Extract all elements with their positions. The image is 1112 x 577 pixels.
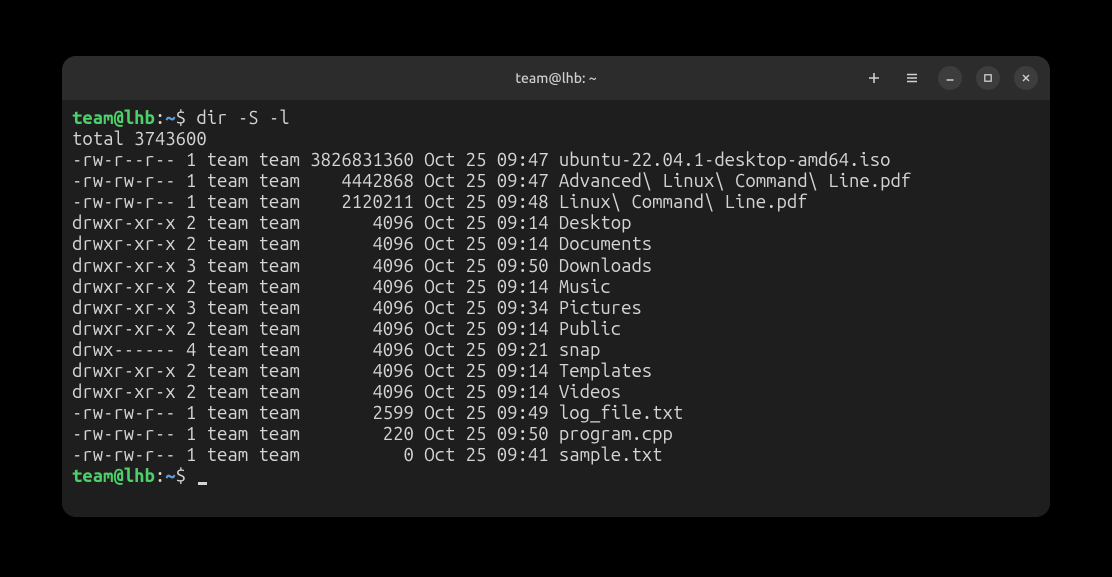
command-text: dir -S -l: [186, 108, 290, 128]
hamburger-icon: [905, 71, 919, 85]
file-entry: drwxr-xr-x 2 team team 4096 Oct 25 09:14…: [72, 361, 1040, 382]
file-entry: -rw-rw-r-- 1 team team 4442868 Oct 25 09…: [72, 171, 1040, 192]
file-entry: drwxr-xr-x 2 team team 4096 Oct 25 09:14…: [72, 277, 1040, 298]
file-entry: -rw-rw-r-- 1 team team 2120211 Oct 25 09…: [72, 192, 1040, 213]
file-listing: -rw-r--r-- 1 team team 3826831360 Oct 25…: [72, 150, 1040, 466]
prompt-line-2: team@lhb:~$: [72, 466, 1040, 487]
maximize-button[interactable]: [976, 66, 1000, 90]
prompt-path: ~: [165, 108, 175, 128]
prompt-colon: :: [155, 108, 165, 128]
prompt-user-host: team@lhb: [72, 108, 155, 128]
new-tab-button[interactable]: [862, 66, 886, 90]
file-entry: drwxr-xr-x 2 team team 4096 Oct 25 09:14…: [72, 213, 1040, 234]
plus-icon: [867, 71, 881, 85]
cursor: [198, 482, 207, 485]
prompt-colon: :: [155, 466, 165, 486]
minimize-button[interactable]: [938, 66, 962, 90]
terminal-window: team@lhb: ~ team@lhb:~$ dir -S -l total …: [62, 56, 1050, 517]
close-icon: [1021, 73, 1031, 83]
titlebar-controls: [862, 66, 1038, 90]
file-entry: drwxr-xr-x 2 team team 4096 Oct 25 09:14…: [72, 234, 1040, 255]
window-title: team@lhb: ~: [515, 70, 596, 86]
file-entry: drwxr-xr-x 3 team team 4096 Oct 25 09:34…: [72, 298, 1040, 319]
prompt-symbol: $: [176, 466, 186, 486]
close-button[interactable]: [1014, 66, 1038, 90]
file-entry: -rw-rw-r-- 1 team team 0 Oct 25 09:41 sa…: [72, 445, 1040, 466]
total-line: total 3743600: [72, 129, 1040, 150]
file-entry: drwxr-xr-x 3 team team 4096 Oct 25 09:50…: [72, 256, 1040, 277]
file-entry: -rw-r--r-- 1 team team 3826831360 Oct 25…: [72, 150, 1040, 171]
file-entry: drwx------ 4 team team 4096 Oct 25 09:21…: [72, 340, 1040, 361]
minimize-icon: [945, 73, 955, 83]
file-entry: -rw-rw-r-- 1 team team 2599 Oct 25 09:49…: [72, 403, 1040, 424]
titlebar[interactable]: team@lhb: ~: [62, 56, 1050, 100]
terminal-body[interactable]: team@lhb:~$ dir -S -l total 3743600 -rw-…: [62, 100, 1050, 517]
file-entry: -rw-rw-r-- 1 team team 220 Oct 25 09:50 …: [72, 424, 1040, 445]
prompt-symbol: $: [176, 108, 186, 128]
prompt-line: team@lhb:~$ dir -S -l: [72, 108, 1040, 129]
menu-button[interactable]: [900, 66, 924, 90]
file-entry: drwxr-xr-x 2 team team 4096 Oct 25 09:14…: [72, 382, 1040, 403]
prompt-user-host: team@lhb: [72, 466, 155, 486]
prompt-path: ~: [165, 466, 175, 486]
file-entry: drwxr-xr-x 2 team team 4096 Oct 25 09:14…: [72, 319, 1040, 340]
maximize-icon: [983, 73, 993, 83]
